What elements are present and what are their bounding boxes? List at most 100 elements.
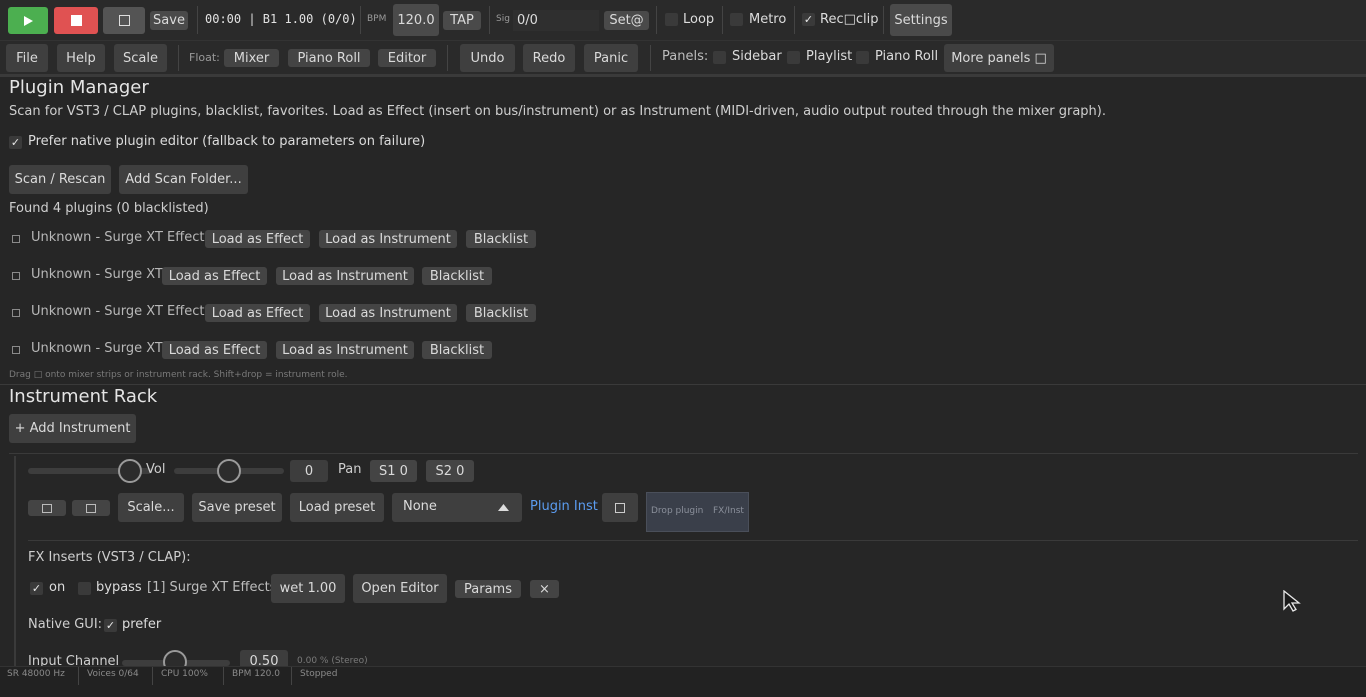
stop-button[interactable] (54, 7, 98, 34)
load-as-effect-button[interactable]: Load as Effect (205, 304, 310, 322)
solo-button[interactable] (72, 500, 110, 516)
mute-button[interactable] (28, 500, 66, 516)
undo-button[interactable]: Undo (460, 44, 515, 72)
chevron-up-icon (498, 504, 509, 511)
favorite-checkbox[interactable] (12, 346, 20, 354)
plugin-name: Unknown - Surge XT (31, 267, 163, 282)
blacklist-button[interactable]: Blacklist (466, 230, 536, 248)
bpm-field[interactable]: 120.0 (393, 4, 439, 36)
remove-fx-button[interactable]: × (530, 580, 559, 598)
scan-rescan-button[interactable]: Scan / Rescan (9, 165, 111, 194)
check-icon: ✓ (803, 13, 814, 26)
pan-label: Pan (338, 462, 362, 477)
found-plugins-text: Found 4 plugins (0 blacklisted) (9, 201, 209, 216)
fx-bypass-checkbox[interactable] (78, 582, 91, 595)
favorite-checkbox[interactable] (12, 235, 20, 243)
piano-roll-panel-checkbox[interactable] (856, 51, 869, 64)
mouse-cursor-icon (1283, 590, 1301, 612)
pan-value-field[interactable]: 0 (290, 460, 328, 482)
save-preset-button[interactable]: Save preset (192, 493, 282, 522)
blacklist-button[interactable]: Blacklist (466, 304, 536, 322)
send-2-knob[interactable]: S2 0 (426, 460, 474, 482)
voices-status: Voices 0/64 (87, 669, 139, 679)
stop-icon (70, 15, 82, 26)
native-gui-prefer-checkbox[interactable]: ✓ (104, 619, 117, 632)
divider (656, 6, 657, 34)
open-editor-button[interactable]: Open Editor (353, 574, 447, 603)
blacklist-button[interactable]: Blacklist (422, 341, 492, 359)
sidebar-panel-checkbox[interactable] (713, 51, 726, 64)
playlist-panel-checkbox[interactable] (787, 51, 800, 64)
float-label: Float: (189, 51, 220, 64)
drop-plugin-zone[interactable]: Drop plugin FX/Inst (646, 492, 749, 532)
plugin-row: Unknown - Surge XT Effects Load as Effec… (0, 303, 600, 323)
sig-label: Sig (496, 14, 510, 24)
scale-menu-button[interactable]: Scale (114, 44, 167, 72)
favorite-checkbox[interactable] (12, 272, 20, 280)
float-mixer-button[interactable]: Mixer (224, 49, 279, 67)
settings-button[interactable]: Settings (890, 4, 952, 36)
record-button[interactable] (103, 7, 145, 34)
loop-checkbox[interactable] (665, 13, 678, 26)
load-as-instrument-button[interactable]: Load as Instrument (276, 267, 414, 285)
play-button[interactable] (8, 7, 48, 34)
plugin-inst-toggle[interactable] (602, 493, 638, 522)
plugin-name: Unknown - Surge XT Effects (31, 304, 212, 319)
params-button[interactable]: Params (455, 580, 521, 598)
square-icon (42, 503, 52, 513)
load-as-instrument-button[interactable]: Load as Instrument (319, 304, 457, 322)
plugin-row: Unknown - Surge XT Load as Effect Load a… (0, 340, 600, 360)
transport-bar: Save 00:00 | B1 1.00 (0/0) BPM 120.0 TAP… (0, 0, 1366, 40)
sig-field[interactable]: 0/0 (513, 10, 599, 31)
plugin-row: Unknown - Surge XT Load as Effect Load a… (0, 266, 600, 286)
plugin-inst-link[interactable]: Plugin Inst (530, 499, 598, 514)
pan-slider-knob[interactable] (217, 459, 241, 483)
set-at-button[interactable]: Set@ (604, 11, 649, 30)
plugin-row: Unknown - Surge XT Effects Load as Effec… (0, 229, 600, 249)
plugin-name: Unknown - Surge XT Effects (31, 230, 212, 245)
metro-checkbox[interactable] (730, 13, 743, 26)
divider (78, 667, 79, 685)
prefer-native-checkbox[interactable]: ✓ (9, 136, 22, 149)
cpu-status: CPU 100% (161, 669, 208, 679)
add-scan-folder-button[interactable]: Add Scan Folder... (119, 165, 248, 194)
sidebar-panel-label: Sidebar (732, 49, 782, 64)
save-button[interactable]: Save (150, 11, 188, 30)
divider (291, 667, 292, 685)
volume-slider-knob[interactable] (117, 459, 142, 483)
fx-bypass-label: bypass (96, 580, 142, 595)
load-as-effect-button[interactable]: Load as Effect (205, 230, 310, 248)
file-menu-button[interactable]: File (6, 44, 48, 72)
redo-button[interactable]: Redo (523, 44, 575, 72)
load-preset-button[interactable]: Load preset (290, 493, 384, 522)
add-instrument-button[interactable]: + Add Instrument (9, 414, 136, 443)
sample-rate-status: SR 48000 Hz (7, 669, 65, 679)
load-as-effect-button[interactable]: Load as Effect (162, 267, 267, 285)
preset-select[interactable]: None (392, 493, 522, 522)
position-readout: 00:00 | B1 1.00 (0/0) (205, 12, 357, 26)
divider (152, 667, 153, 685)
load-as-effect-button[interactable]: Load as Effect (162, 341, 267, 359)
fx-on-checkbox[interactable]: ✓ (30, 582, 43, 595)
panic-button[interactable]: Panic (584, 44, 638, 72)
float-editor-button[interactable]: Editor (378, 49, 436, 67)
blacklist-button[interactable]: Blacklist (422, 267, 492, 285)
help-menu-button[interactable]: Help (57, 44, 105, 72)
send-1-knob[interactable]: S1 0 (370, 460, 417, 482)
fx-wet-knob[interactable]: wet 1.00 (271, 574, 345, 603)
more-panels-button[interactable]: More panels □ (944, 44, 1054, 72)
play-icon (24, 15, 33, 26)
tap-button[interactable]: TAP (443, 11, 481, 30)
check-icon: ✓ (10, 136, 21, 149)
fx-inst-label: FX/Inst (713, 506, 744, 516)
scale-button[interactable]: Scale... (118, 493, 184, 522)
divider (650, 45, 651, 71)
load-as-instrument-button[interactable]: Load as Instrument (276, 341, 414, 359)
favorite-checkbox[interactable] (12, 309, 20, 317)
rec-clip-checkbox[interactable]: ✓ (802, 13, 815, 26)
load-as-instrument-button[interactable]: Load as Instrument (319, 230, 457, 248)
native-gui-label: Native GUI: (28, 617, 103, 632)
input-channel-pct: 0.00 % (Stereo) (297, 656, 368, 666)
metro-label: Metro (749, 12, 787, 27)
float-piano-roll-button[interactable]: Piano Roll (288, 49, 370, 67)
